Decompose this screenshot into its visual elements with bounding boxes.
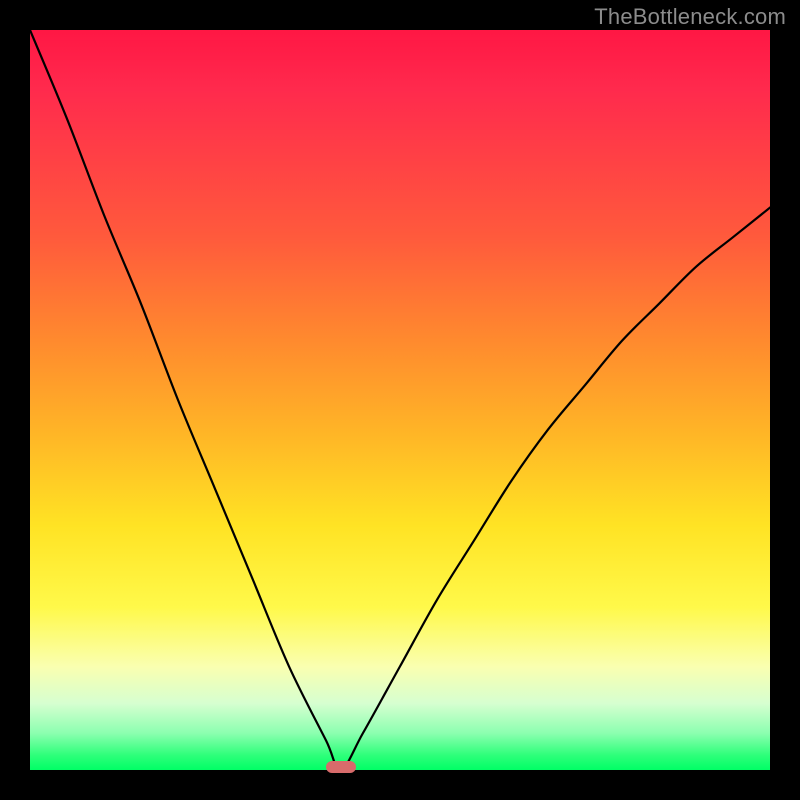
- optimal-marker: [326, 761, 356, 773]
- bottleneck-curve: [30, 30, 770, 770]
- plot-area: [30, 30, 770, 770]
- chart-frame: TheBottleneck.com: [0, 0, 800, 800]
- watermark-text: TheBottleneck.com: [594, 4, 786, 30]
- curve-path: [30, 30, 770, 770]
